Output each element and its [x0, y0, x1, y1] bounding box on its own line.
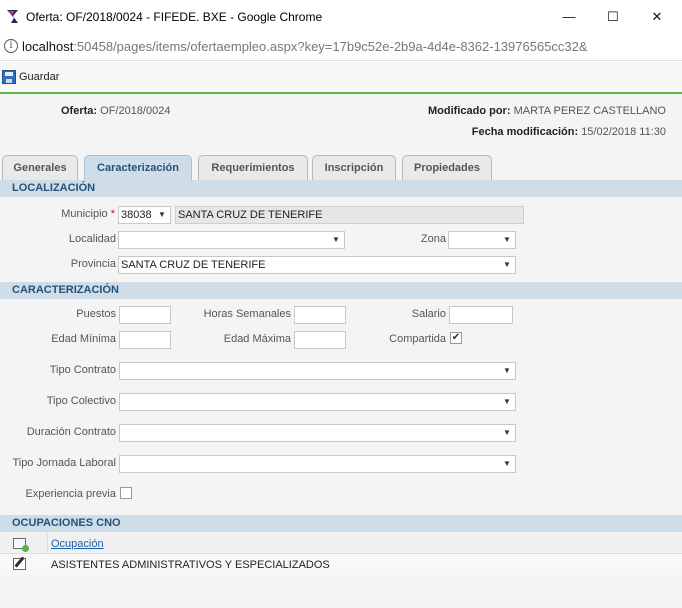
duracion-contrato-select[interactable]: ▼ [119, 424, 516, 442]
ocupacion-column-header[interactable]: Ocupación [51, 538, 104, 550]
modified-date-info: Fecha modificación: 15/02/2018 11:30 [472, 126, 666, 138]
toolbar: Guardar [0, 62, 682, 94]
edit-icon[interactable] [13, 558, 26, 570]
edad-maxima-input[interactable] [294, 331, 346, 349]
grid-divider [47, 533, 48, 554]
municipio-label-wrap: Municipio * [20, 208, 115, 220]
municipio-code-select[interactable]: 38038 ▼ [118, 206, 171, 224]
chevron-down-icon[interactable]: ▼ [499, 257, 515, 273]
salario-label: Salario [411, 308, 446, 320]
edad-minima-input[interactable] [119, 331, 171, 349]
tab-caracterizacion[interactable]: Caracterización [84, 155, 192, 180]
tipo-jornada-label: Tipo Jornada Laboral [12, 457, 116, 469]
url-host: localhost [22, 39, 74, 54]
chevron-down-icon[interactable]: ▼ [499, 456, 515, 472]
tipo-colectivo-select[interactable]: ▼ [119, 393, 516, 411]
required-mark: * [110, 208, 115, 220]
modified-date-value: 15/02/2018 11:30 [581, 126, 666, 138]
tab-requerimientos[interactable]: Requerimientos [198, 155, 308, 180]
tipo-colectivo-label: Tipo Colectivo [46, 395, 116, 407]
tab-generales[interactable]: Generales [2, 155, 78, 180]
maximize-button[interactable]: ☐ [590, 0, 636, 33]
edad-maxima-label: Edad Máxima [223, 333, 291, 345]
chevron-down-icon[interactable]: ▼ [328, 232, 344, 248]
tab-propiedades[interactable]: Propiedades [402, 155, 492, 180]
puestos-label: Puestos [76, 308, 116, 320]
zona-select[interactable]: ▼ [448, 231, 516, 249]
provincia-value: SANTA CRUZ DE TENERIFE [121, 259, 266, 271]
chevron-down-icon[interactable]: ▼ [499, 363, 515, 379]
address-bar[interactable]: i localhost:50458/pages/items/ofertaempl… [0, 33, 682, 61]
info-icon[interactable]: i [4, 39, 18, 53]
experiencia-previa-label: Experiencia previa [25, 488, 117, 500]
edad-minima-label: Edad Mínima [51, 333, 116, 345]
duracion-contrato-label: Duración Contrato [26, 426, 116, 438]
app-icon [7, 10, 18, 23]
municipio-name-field: SANTA CRUZ DE TENERIFE [175, 206, 524, 224]
oferta-info: Oferta: OF/2018/0024 [61, 105, 170, 117]
window-titlebar: Oferta: OF/2018/0024 - FIFEDE. BXE - Goo… [0, 0, 682, 33]
oferta-value: OF/2018/0024 [100, 105, 171, 117]
tipo-contrato-select[interactable]: ▼ [119, 362, 516, 380]
provincia-select[interactable]: SANTA CRUZ DE TENERIFE ▼ [118, 256, 516, 274]
localizacion-header: LOCALIZACIÓN [0, 180, 682, 197]
chevron-down-icon[interactable]: ▼ [499, 394, 515, 410]
oferta-label: Oferta: [61, 105, 98, 117]
compartida-label: Compartida [389, 333, 446, 345]
horas-semanales-input[interactable] [294, 306, 346, 324]
ocupacion-cell: ASISTENTES ADMINISTRATIVOS Y ESPECIALIZA… [51, 559, 330, 571]
save-button-label: Guardar [19, 71, 60, 83]
url-text[interactable]: localhost:50458/pages/items/ofertaempleo… [22, 39, 588, 54]
zona-label: Zona [420, 233, 446, 245]
tipo-jornada-select[interactable]: ▼ [119, 455, 516, 473]
tipo-contrato-label: Tipo Contrato [49, 364, 116, 376]
caracterizacion-header: CARACTERIZACIÓN [0, 282, 682, 299]
ocupaciones-header: OCUPACIONES CNO [0, 515, 682, 532]
municipio-label: Municipio [61, 208, 108, 220]
experiencia-previa-checkbox[interactable] [120, 487, 132, 499]
modified-by-value: MARTA PEREZ CASTELLANO [513, 105, 666, 117]
tab-inscripcion[interactable]: Inscripción [312, 155, 396, 180]
compartida-checkbox[interactable]: ✔ [450, 332, 462, 344]
close-button[interactable]: ✕ [634, 0, 680, 33]
url-path: :50458/pages/items/ofertaempleo.aspx?key… [73, 39, 588, 54]
salario-input[interactable] [449, 306, 513, 324]
modified-date-label: Fecha modificación: [471, 126, 579, 138]
floppy-disk-icon [2, 70, 16, 84]
minimize-button[interactable]: — [546, 0, 592, 33]
puestos-input[interactable] [119, 306, 171, 324]
modified-by-label: Modificado por: [428, 105, 511, 117]
localidad-select[interactable]: ▼ [118, 231, 345, 249]
municipio-code-value: 38038 [121, 209, 152, 221]
horas-semanales-label: Horas Semanales [203, 308, 291, 320]
save-button[interactable]: Guardar [2, 68, 59, 86]
add-row-icon[interactable] [13, 538, 29, 552]
chevron-down-icon[interactable]: ▼ [499, 232, 515, 248]
provincia-label: Provincia [70, 258, 116, 270]
modified-by-info: Modificado por: MARTA PEREZ CASTELLANO [428, 105, 666, 117]
window-title: Oferta: OF/2018/0024 - FIFEDE. BXE - Goo… [26, 10, 323, 24]
localidad-label: Localidad [68, 233, 116, 245]
chevron-down-icon[interactable]: ▼ [154, 207, 170, 223]
chevron-down-icon[interactable]: ▼ [499, 425, 515, 441]
